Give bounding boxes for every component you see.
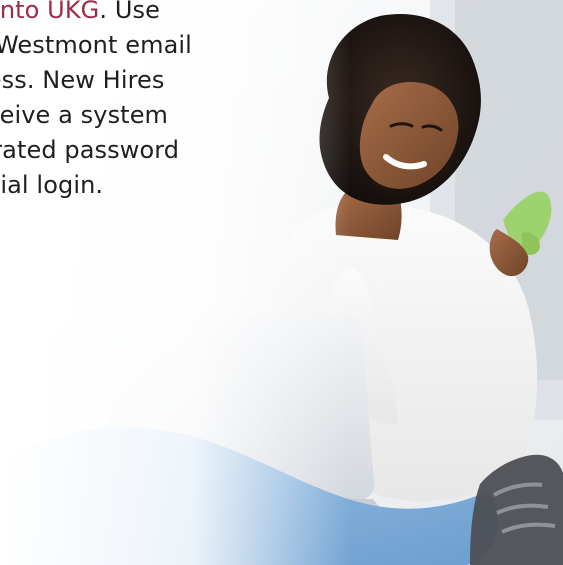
text-line-2: ur Westmont email	[0, 31, 192, 59]
text-line-5: nerated password	[0, 136, 180, 164]
text-line-6: initial login.	[0, 171, 104, 199]
text-line-1: g onto UKG. Use	[0, 0, 322, 28]
login-instructions-text: g onto UKG. Use ur Westmont email dress.…	[0, 0, 322, 203]
text-line-1-rest: . Use	[99, 0, 160, 24]
page-frame: g onto UKG. Use ur Westmont email dress.…	[0, 0, 563, 565]
text-line-3: dress. New Hires	[0, 66, 165, 94]
ukg-login-link[interactable]: g onto UKG	[0, 0, 99, 24]
text-line-4: receive a system	[0, 101, 169, 129]
